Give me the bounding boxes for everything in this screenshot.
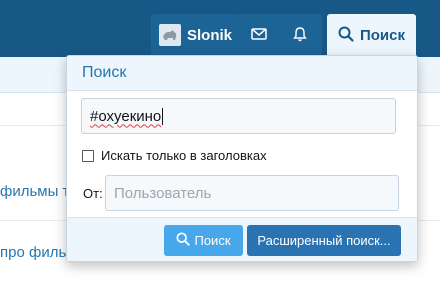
alerts-button[interactable]	[278, 14, 322, 56]
avatar-icon	[158, 24, 181, 46]
member-filter-row: От: Пользователь	[83, 175, 399, 211]
top-bar: Slonik Поиск	[0, 0, 440, 57]
text-caret	[162, 107, 164, 125]
envelope-icon	[251, 27, 267, 43]
member-input-placeholder: Пользователь	[114, 184, 212, 202]
advanced-search-label: Расширенный поиск...	[257, 233, 391, 248]
titles-only-label: Искать только в заголовках	[101, 148, 267, 163]
titles-only-option[interactable]: Искать только в заголовках	[82, 148, 267, 163]
advanced-search-button[interactable]: Расширенный поиск...	[247, 225, 401, 256]
search-nav-button[interactable]: Поиск	[327, 14, 416, 56]
search-query-input[interactable]: #охуекино	[81, 98, 396, 134]
popup-footer: Поиск Расширенный поиск...	[67, 217, 417, 261]
member-input[interactable]: Пользователь	[105, 175, 399, 211]
search-query-value: #охуекино	[90, 107, 162, 125]
search-nav-label: Поиск	[359, 26, 405, 44]
search-icon	[176, 232, 191, 249]
search-submit-button[interactable]: Поиск	[164, 225, 243, 256]
popup-title: Поиск	[67, 56, 417, 91]
from-label: От:	[83, 185, 103, 201]
user-menu-button[interactable]: Slonik	[151, 14, 240, 56]
search-popup: Поиск #охуекино Искать только в заголовк…	[66, 55, 418, 262]
inbox-button[interactable]	[240, 14, 278, 56]
search-submit-label: Поиск	[194, 233, 231, 248]
search-icon	[338, 26, 354, 45]
bell-icon	[293, 26, 307, 45]
user-name: Slonik	[186, 26, 232, 44]
titles-only-checkbox[interactable]	[82, 149, 94, 162]
